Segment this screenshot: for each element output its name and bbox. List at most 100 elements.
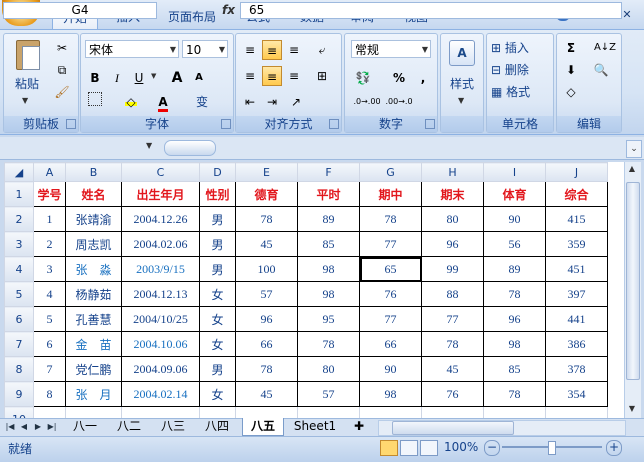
column-header[interactable]: F [297,162,360,182]
grid-cell[interactable]: 45 [421,356,484,382]
grid-cell[interactable]: 65 [359,256,422,282]
grid-cell[interactable]: 66 [235,331,298,357]
insert-sheet-icon[interactable]: ✚ [350,418,368,435]
select-all-corner[interactable]: ◢ [4,162,34,182]
grow-font-button[interactable]: A [167,68,187,88]
grid-cell[interactable]: 95 [297,306,360,332]
grid-cell[interactable]: 男 [199,256,236,282]
find-select-icon[interactable]: 🔍 [591,60,611,80]
alignment-launcher-icon[interactable] [329,119,339,129]
header-cell[interactable]: 综合 [545,181,608,207]
column-header[interactable]: G [359,162,422,182]
underline-dropdown-icon[interactable]: ▼ [151,72,156,80]
grid-cell[interactable]: 张 淼 [65,256,122,282]
row-header[interactable]: 7 [4,331,34,357]
name-box-dropdown-icon[interactable]: ▼ [146,141,152,150]
grid-cell[interactable]: 354 [545,381,608,407]
borders-icon[interactable] [85,92,105,112]
column-header[interactable]: I [483,162,546,182]
align-center-icon[interactable]: ≡ [262,66,282,86]
grid-cell[interactable]: 98 [297,256,360,282]
grid-cell[interactable]: 78 [483,381,546,407]
grid-cell[interactable]: 男 [199,206,236,232]
font-name-combo[interactable]: 宋体 ▼ [85,40,179,58]
grid-cell[interactable]: 80 [297,356,360,382]
grid-cell[interactable]: 77 [359,306,422,332]
grid-cell[interactable]: 378 [545,356,608,382]
column-header[interactable]: H [421,162,484,182]
grid-cell[interactable]: 77 [359,231,422,257]
grid-cell[interactable]: 2003/9/15 [121,256,200,282]
underline-button[interactable]: U [129,68,149,88]
insert-cells-button[interactable]: ⊞ 插入 [491,38,549,58]
row-header[interactable]: 3 [4,231,34,257]
empty-cell[interactable] [33,406,66,418]
close-button[interactable]: ✕ [620,9,634,21]
grid-cell[interactable]: 党仁鹏 [65,356,122,382]
grid-cell[interactable]: 77 [421,306,484,332]
row-header[interactable]: 8 [4,356,34,382]
zoom-level[interactable]: 100% [444,440,478,454]
grid-cell[interactable]: 女 [199,331,236,357]
grid-cell[interactable]: 56 [483,231,546,257]
empty-cell[interactable] [359,406,422,418]
increase-indent-icon[interactable]: ⇥ [262,92,282,112]
copy-icon[interactable]: ⧉ [52,60,72,80]
header-cell[interactable]: 期中 [359,181,422,207]
grid-cell[interactable]: 78 [235,356,298,382]
header-cell[interactable]: 出生年月 [121,181,200,207]
grid-cell[interactable]: 8 [33,381,66,407]
grid-cell[interactable]: 85 [483,356,546,382]
header-cell[interactable]: 德育 [235,181,298,207]
decrease-decimal-button[interactable]: .00→.0 [385,92,413,112]
header-cell[interactable]: 学号 [33,181,66,207]
empty-cell[interactable] [545,406,608,418]
zoom-out-icon[interactable]: − [484,440,500,456]
grid-cell[interactable]: 2004.02.14 [121,381,200,407]
grid-cell[interactable]: 88 [421,281,484,307]
grid-cell[interactable]: 451 [545,256,608,282]
row-header[interactable]: 10 [4,406,34,418]
grid-cell[interactable]: 66 [359,331,422,357]
name-box[interactable]: G4 [3,2,157,19]
grid-cell[interactable]: 2004.12.13 [121,281,200,307]
formula-input[interactable]: 65 [240,2,622,19]
grid-cell[interactable]: 45 [235,381,298,407]
empty-cell[interactable] [297,406,360,418]
row-header[interactable]: 4 [4,256,34,282]
zoom-in-icon[interactable]: + [606,440,622,456]
delete-cells-button[interactable]: ⊟ 删除 [491,60,549,80]
merge-center-icon[interactable]: ⊞ [312,66,332,86]
column-header[interactable]: C [121,162,200,182]
sort-filter-button[interactable]: A↓Z [591,38,619,58]
percent-button[interactable]: % [389,68,409,88]
grid-cell[interactable]: 女 [199,281,236,307]
fill-icon[interactable]: ⬇ [561,60,581,80]
paste-dropdown-icon[interactable]: ▼ [22,96,28,105]
row-header[interactable]: 9 [4,381,34,407]
grid-cell[interactable]: 90 [359,356,422,382]
comma-button[interactable]: , [413,68,433,88]
grid-cell[interactable]: 57 [235,281,298,307]
grid-cell[interactable]: 金 苗 [65,331,122,357]
sheet-tab-sheet1[interactable]: Sheet1 [290,418,340,435]
grid-cell[interactable]: 2004.10.06 [121,331,200,357]
insert-function-button[interactable]: fx [222,3,235,17]
currency-icon[interactable]: 💱 [353,68,373,88]
grid-cell[interactable]: 57 [297,381,360,407]
zoom-slider-thumb[interactable] [548,441,556,455]
grid-cell[interactable]: 397 [545,281,608,307]
format-painter-icon[interactable]: 🖌 [52,82,72,102]
clear-icon[interactable]: ◇ [561,82,581,102]
grid-cell[interactable]: 3 [33,256,66,282]
grid-cell[interactable]: 89 [297,206,360,232]
grid-cell[interactable]: 386 [545,331,608,357]
shrink-font-button[interactable]: A [189,68,209,88]
styles-button[interactable]: 样式 [441,74,483,94]
empty-cell[interactable] [65,406,122,418]
grid-cell[interactable]: 周志凯 [65,231,122,257]
grid-cell[interactable]: 76 [359,281,422,307]
grid-cell[interactable]: 2004.02.06 [121,231,200,257]
grid-cell[interactable]: 2004.09.06 [121,356,200,382]
font-size-combo[interactable]: 10 ▼ [182,40,228,58]
